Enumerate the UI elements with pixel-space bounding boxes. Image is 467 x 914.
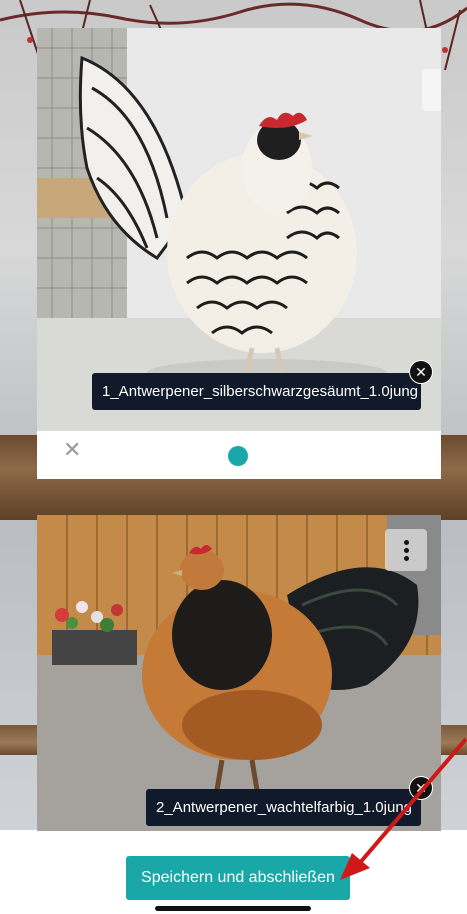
close-icon[interactable]: ✕ bbox=[63, 439, 81, 461]
red-arrow-annotation bbox=[340, 737, 467, 880]
card-1-filename-label: 1_Antwerpener_silberschwarzgesäumt_1.0ju… bbox=[92, 373, 421, 410]
save-and-finish-button[interactable]: Speichern und abschließen bbox=[126, 856, 350, 900]
kebab-icon bbox=[440, 79, 441, 85]
kebab-icon bbox=[403, 539, 409, 545]
card-1-footer: ✕ bbox=[37, 431, 441, 479]
card-2-menu-button[interactable] bbox=[385, 529, 427, 571]
rooster-photo-1[interactable] bbox=[37, 28, 441, 431]
card-1-remove-button[interactable]: ✕ bbox=[409, 360, 433, 384]
home-indicator[interactable] bbox=[155, 906, 311, 911]
image-card-1: ✕ bbox=[37, 28, 441, 479]
card-1-menu-button[interactable] bbox=[422, 69, 441, 111]
dot-icon[interactable] bbox=[228, 446, 248, 466]
